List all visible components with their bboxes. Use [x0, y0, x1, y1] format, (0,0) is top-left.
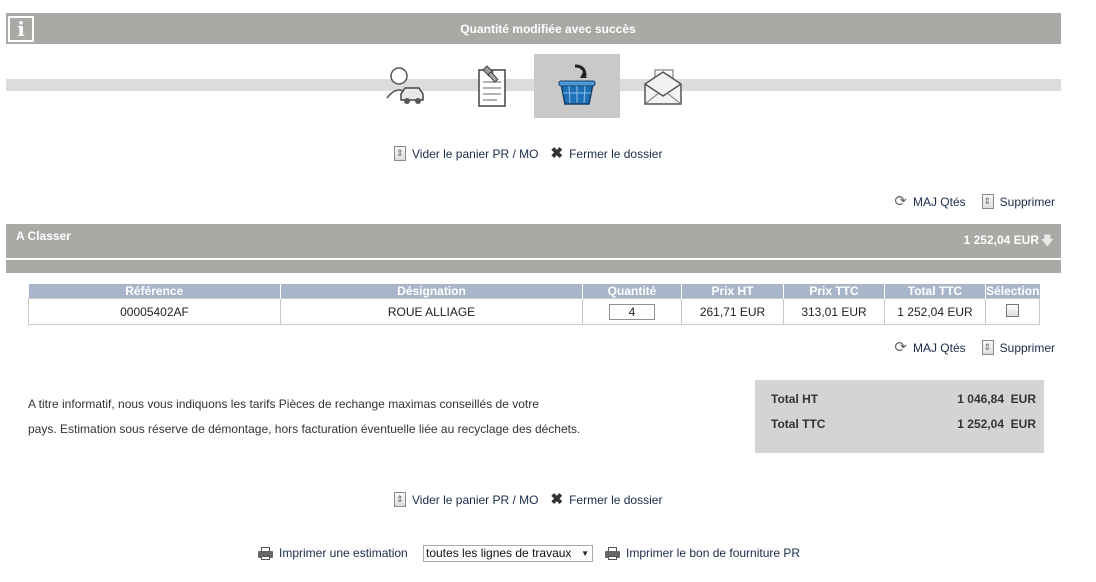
info-note-line2: pays. Estimation sous réserve de démonta… [28, 422, 581, 436]
top-actions: Vider le panier PR / MO ✖ Fermer le doss… [394, 146, 662, 161]
close-file-link[interactable]: Fermer le dossier [569, 147, 662, 161]
success-message: Quantité modifiée avec succès [460, 22, 636, 36]
print-estimate: Imprimer une estimation [258, 546, 408, 560]
total-ht-value: 1 046,84 EUR [957, 392, 1036, 406]
table-row: 00005402AF ROUE ALLIAGE 4 261,71 EUR 313… [28, 298, 1040, 325]
column-header: Quantité [582, 284, 682, 299]
print-scope-value: toutes les lignes de travaux [426, 546, 572, 560]
column-header: Sélection [985, 284, 1040, 299]
section-total: 1 252,04 EUR [963, 233, 1039, 247]
column-header: Référence [28, 284, 281, 299]
close-file-link[interactable]: Fermer le dossier [569, 493, 662, 507]
cell-selection [985, 298, 1040, 325]
print-supply-link[interactable]: Imprimer le bon de fourniture PR [626, 546, 800, 560]
parts-table: Référence Désignation Quantité Prix HT P… [28, 284, 1040, 325]
printer-icon [258, 546, 273, 560]
delete-link[interactable]: Supprimer [1000, 195, 1055, 209]
delete-link[interactable]: Supprimer [1000, 341, 1055, 355]
update-qty-link[interactable]: MAJ Qtés [913, 195, 966, 209]
total-ht-label: Total HT [771, 392, 819, 406]
info-note-line1: A titre informatif, nous vous indiquons … [28, 397, 539, 411]
empty-cart-link[interactable]: Vider le panier PR / MO [412, 147, 539, 161]
cell-reference: 00005402AF [28, 298, 281, 325]
print-supply: Imprimer le bon de fourniture PR [605, 546, 800, 560]
empty-cart-icon [394, 146, 406, 161]
chevron-down-icon: ▼ [581, 549, 589, 558]
delete-icon [981, 340, 994, 355]
close-icon: ✖ [550, 490, 564, 508]
delete-icon [981, 194, 994, 209]
column-header: Prix TTC [783, 284, 885, 299]
empty-cart-link[interactable]: Vider le panier PR / MO [412, 493, 539, 507]
step-send[interactable] [620, 54, 706, 118]
step-basket[interactable] [534, 54, 620, 118]
print-scope-select[interactable]: toutes les lignes de travaux ▼ [423, 545, 593, 562]
selection-checkbox[interactable] [1006, 303, 1019, 317]
table-header-row: Référence Désignation Quantité Prix HT P… [28, 284, 1040, 299]
table-actions-top: ⟳ MAJ Qtés Supprimer [894, 194, 1055, 209]
total-ttc-value: 1 252,04 EUR [957, 417, 1036, 431]
total-ttc-label: Total TTC [771, 417, 826, 431]
close-icon: ✖ [550, 144, 564, 162]
print-estimate-link[interactable]: Imprimer une estimation [279, 546, 408, 560]
refresh-icon: ⟳ [894, 192, 907, 210]
cell-designation: ROUE ALLIAGE [280, 298, 583, 325]
bottom-actions: Vider le panier PR / MO ✖ Fermer le doss… [394, 492, 662, 507]
column-header: Total TTC [884, 284, 986, 299]
envelope-icon [644, 69, 682, 105]
table-actions-bottom: ⟳ MAJ Qtés Supprimer [894, 340, 1055, 355]
quantity-input[interactable]: 4 [609, 303, 655, 320]
empty-cart-icon [394, 492, 406, 507]
section-header[interactable] [6, 224, 1061, 258]
step-client-vehicle[interactable] [362, 54, 448, 118]
section-title: A Classer [16, 229, 71, 243]
column-header: Prix HT [681, 284, 784, 299]
section-divider [6, 260, 1061, 273]
cell-price-ttc: 313,01 EUR [783, 298, 885, 325]
cell-total-ttc: 1 252,04 EUR [884, 298, 986, 325]
refresh-icon: ⟳ [894, 338, 907, 356]
column-header: Désignation [280, 284, 583, 299]
cell-quantity: 4 [582, 298, 682, 325]
section-separator [6, 258, 1061, 260]
basket-icon [558, 64, 596, 105]
repair-document-icon [478, 65, 506, 107]
update-qty-link[interactable]: MAJ Qtés [913, 341, 966, 355]
step-repair-document[interactable] [448, 54, 534, 118]
client-vehicle-icon [386, 67, 424, 104]
arrow-down-icon[interactable]: 🡇 [1041, 232, 1054, 254]
printer-icon [605, 546, 620, 560]
cell-price-ht: 261,71 EUR [681, 298, 784, 325]
